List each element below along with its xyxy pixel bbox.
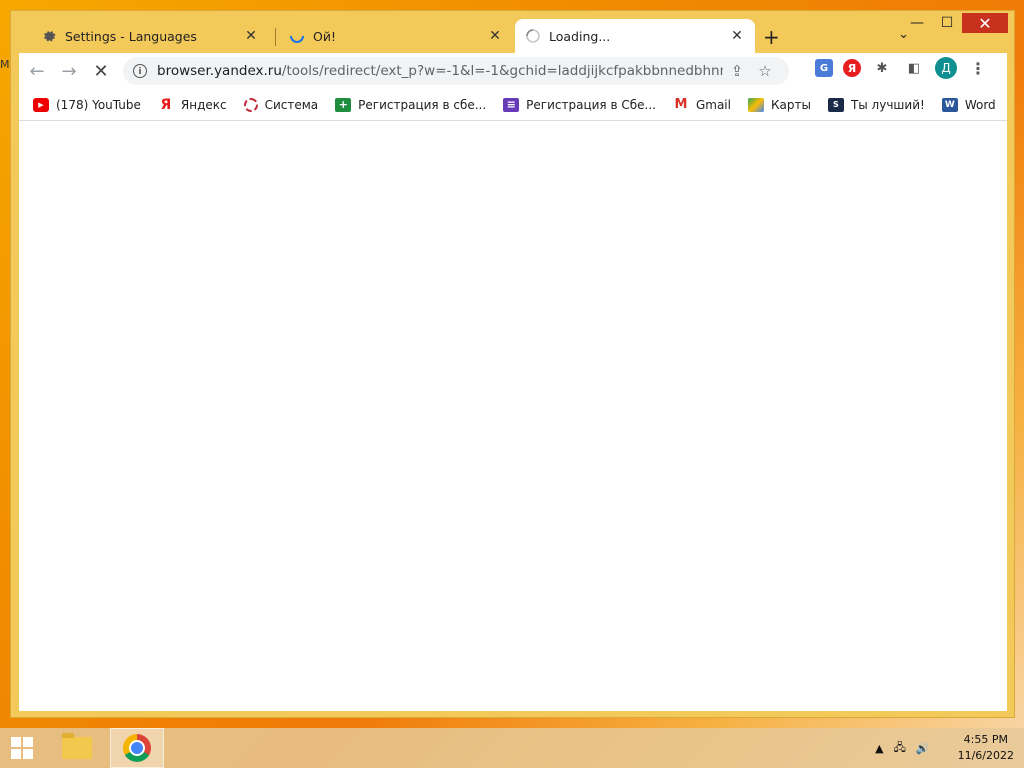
word-icon: W <box>941 97 958 112</box>
bookmark-yandex[interactable]: Я Яндекс <box>158 96 227 113</box>
extensions-area: G Я ✱ ◧ Д ⋮ <box>815 57 989 79</box>
bookmark-maps[interactable]: Карты <box>747 97 811 112</box>
maps-icon <box>747 97 764 112</box>
forms-icon: ≡ <box>503 97 520 112</box>
bookmarks-bar: ▶ (178) YouTube Я Яндекс Система + Регис… <box>19 89 1007 121</box>
bookmark-star-icon[interactable]: ☆ <box>751 62 779 80</box>
bookmark-label: (178) YouTube <box>56 97 141 112</box>
bookmark-label: Регистрация в сбе... <box>358 97 487 112</box>
stop-loading-button[interactable]: ✕ <box>87 57 115 85</box>
gmail-icon: M <box>674 97 688 112</box>
system-icon <box>243 97 258 112</box>
bookmark-label: Word <box>964 97 996 112</box>
back-button[interactable]: ← <box>23 57 51 85</box>
bookmark-label: Регистрация в Сбе... <box>526 97 656 112</box>
bookmark-label: Яндекс <box>180 97 227 112</box>
tab-settings-languages[interactable]: Settings - Languages ✕ <box>31 19 269 53</box>
url-text[interactable]: browser.yandex.ru/tools/redirect/ext_p?w… <box>157 63 723 79</box>
yandex-icon: Я <box>160 96 172 113</box>
bookmark-you-are-best[interactable]: S Ты лучший! <box>827 97 925 112</box>
bookmark-label: Gmail <box>695 97 731 112</box>
extensions-puzzle-icon[interactable]: ✱ <box>871 57 893 79</box>
tab-title: Loading... <box>549 28 611 44</box>
bookmark-label: Карты <box>770 97 811 112</box>
bookmark-label: Ты лучший! <box>850 97 925 112</box>
network-icon[interactable]: 🖧 <box>894 739 906 758</box>
clock[interactable]: 4:55 PM 11/6/2022 <box>958 732 1014 764</box>
profile-avatar[interactable]: Д <box>935 57 957 79</box>
tab-close-icon[interactable]: ✕ <box>243 28 259 44</box>
bookmark-youtube[interactable]: ▶ (178) YouTube <box>33 97 141 112</box>
sr-icon: S <box>827 97 844 112</box>
youtube-icon: ▶ <box>33 97 49 112</box>
tray-overflow-icon[interactable]: ▲ <box>875 742 883 755</box>
bookmark-gmail[interactable]: M Gmail <box>673 97 731 112</box>
chrome-icon <box>123 734 151 762</box>
tab-loading[interactable]: Loading... ✕ <box>515 19 755 53</box>
taskbar: ▲ 🖧 🔊 4:55 PM 11/6/2022 <box>0 728 1024 768</box>
sheets-icon: + <box>335 97 352 112</box>
system-tray: ▲ 🖧 🔊 4:55 PM 11/6/2022 <box>875 728 1014 768</box>
bookmark-registration-forms[interactable]: ≡ Регистрация в Сбе... <box>503 97 656 112</box>
bookmark-word[interactable]: W Word <box>941 97 996 112</box>
file-explorer-button[interactable] <box>50 728 104 768</box>
tab-close-icon[interactable]: ✕ <box>487 28 503 44</box>
url-host: browser.yandex.ru <box>157 63 282 79</box>
address-bar[interactable]: i browser.yandex.ru/tools/redirect/ext_p… <box>123 57 789 85</box>
translate-extension-icon[interactable]: G <box>815 59 833 77</box>
new-tab-button[interactable]: + <box>763 25 780 49</box>
volume-icon[interactable]: 🔊 <box>916 742 930 755</box>
page-content <box>19 121 1007 711</box>
tab-search-icon[interactable]: ⌄ <box>898 27 909 42</box>
chrome-taskbar-button[interactable] <box>110 728 164 768</box>
folder-icon <box>62 733 92 759</box>
desktop-fragment: M <box>0 58 10 71</box>
clock-date: 11/6/2022 <box>957 749 1014 762</box>
loading-spinner-icon <box>525 28 541 44</box>
tab-title: Settings - Languages <box>65 28 197 44</box>
loading-spinner-icon <box>289 28 305 44</box>
share-icon[interactable]: ⇪ <box>723 62 751 80</box>
site-info-icon[interactable]: i <box>133 64 147 78</box>
clock-time: 4:55 PM <box>963 733 1008 746</box>
gear-icon <box>41 28 57 44</box>
bookmark-system[interactable]: Система <box>243 97 319 112</box>
windows-logo-icon <box>11 737 33 759</box>
yandex-extension-icon[interactable]: Я <box>843 59 861 77</box>
chrome-window: — ☐ ✕ Settings - Languages ✕ Ой! ✕ Loadi… <box>10 10 1015 718</box>
forward-button[interactable]: → <box>55 57 83 85</box>
tab-oi[interactable]: Ой! ✕ <box>279 19 513 53</box>
tab-close-icon[interactable]: ✕ <box>729 28 745 44</box>
side-panel-icon[interactable]: ◧ <box>903 57 925 79</box>
browser-menu-icon[interactable]: ⋮ <box>967 57 989 79</box>
url-path: /tools/redirect/ext_p?w=-1&l=-1&gchid=la… <box>281 63 723 79</box>
tab-title: Ой! <box>313 28 336 44</box>
bookmark-registration-sheets[interactable]: + Регистрация в сбе... <box>335 97 487 112</box>
toolbar: ← → ✕ i browser.yandex.ru/tools/redirect… <box>19 53 1007 89</box>
tab-strip: Settings - Languages ✕ Ой! ✕ Loading... … <box>19 19 999 53</box>
bookmark-label: Система <box>264 97 319 112</box>
tab-separator <box>275 28 276 46</box>
windows-start-button[interactable] <box>0 728 44 768</box>
